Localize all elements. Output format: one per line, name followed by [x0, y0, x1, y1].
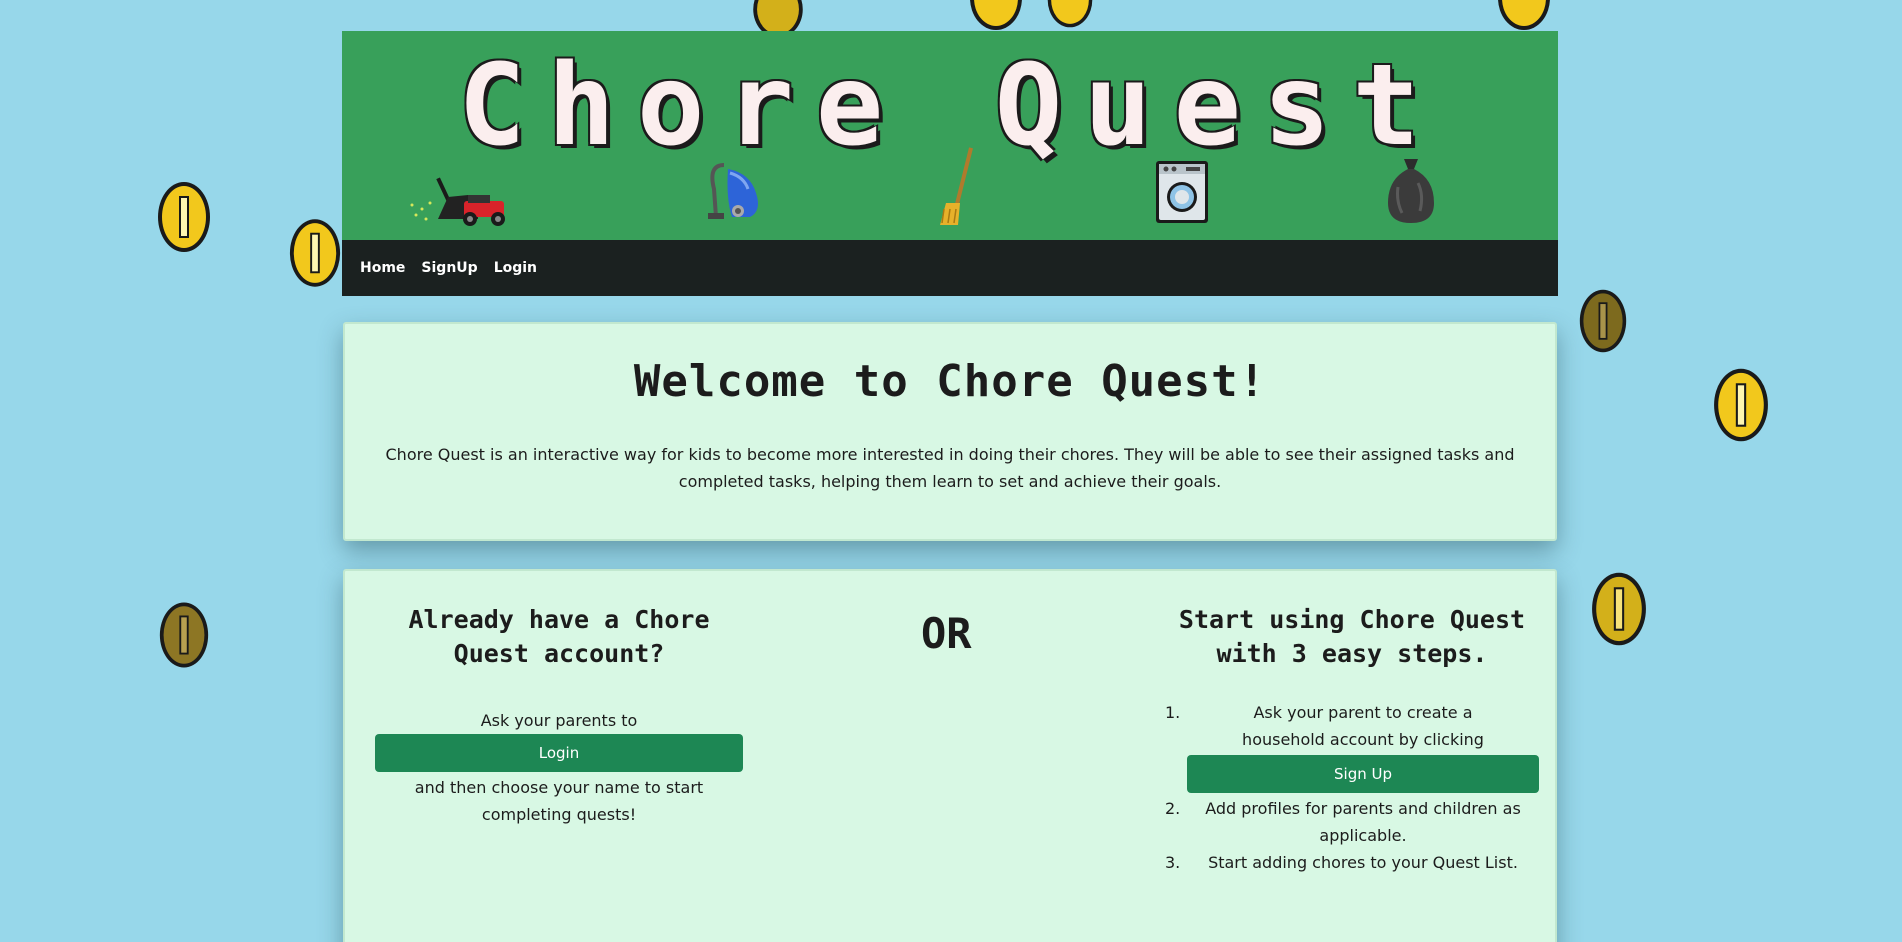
steps-list: 1. Ask your parent to create a household…	[1165, 699, 1539, 876]
login-section: Already have a Chore Quest account? Ask …	[375, 603, 743, 828]
banner: Chore Quest	[342, 31, 1558, 240]
broom-icon	[936, 147, 976, 227]
coin-icon	[968, 0, 1024, 32]
coin-icon	[1496, 0, 1552, 32]
step-text: Add profiles for parents and children as…	[1205, 799, 1521, 845]
coin-icon	[288, 216, 342, 290]
coin-icon	[1578, 288, 1628, 354]
coin-icon	[1046, 0, 1094, 32]
step-number: 2.	[1165, 799, 1181, 818]
login-heading: Already have a Chore Quest account?	[408, 605, 710, 668]
page-header: Chore Quest Home SignUp Login	[342, 31, 1558, 296]
step-number: 1.	[1165, 703, 1181, 722]
coin-icon	[1590, 570, 1648, 648]
step-text: Start adding chores to your Quest List.	[1208, 853, 1518, 872]
coin-icon	[158, 600, 210, 670]
coin-icon	[156, 180, 212, 254]
login-prompt: Ask your parents to	[480, 711, 638, 730]
nav-link-login[interactable]: Login	[494, 260, 537, 276]
nav-link-home[interactable]: Home	[360, 260, 405, 276]
trash-bag-icon	[1384, 157, 1438, 227]
login-followup: and then choose your name to start compl…	[414, 778, 704, 824]
washing-machine-icon	[1154, 159, 1210, 225]
step-number: 3.	[1165, 853, 1181, 872]
or-divider: OR	[921, 609, 972, 658]
signup-button[interactable]: Sign Up	[1187, 755, 1539, 793]
vacuum-icon	[704, 159, 768, 223]
navbar: Home SignUp Login	[342, 240, 1558, 296]
login-button[interactable]: Login	[375, 734, 743, 772]
step-item: 2. Add profiles for parents and children…	[1165, 795, 1539, 849]
signup-heading: Start using Chore Quest with 3 easy step…	[1178, 605, 1526, 668]
coin-icon	[1712, 366, 1770, 444]
step-item: 3. Start adding chores to your Quest Lis…	[1165, 849, 1539, 876]
signup-section: Start using Chore Quest with 3 easy step…	[1165, 603, 1539, 876]
step-text: Ask your parent to create a household ac…	[1242, 703, 1484, 749]
step-item: 1. Ask your parent to create a household…	[1165, 699, 1539, 793]
actions-card: Already have a Chore Quest account? Ask …	[343, 569, 1557, 942]
welcome-text: Chore Quest is an interactive way for ki…	[385, 445, 1515, 491]
nav-link-signup[interactable]: SignUp	[421, 260, 477, 276]
welcome-card: Welcome to Chore Quest! Chore Quest is a…	[343, 322, 1557, 541]
lawn-mower-icon	[408, 175, 512, 227]
welcome-heading: Welcome to Chore Quest!	[633, 356, 1267, 407]
